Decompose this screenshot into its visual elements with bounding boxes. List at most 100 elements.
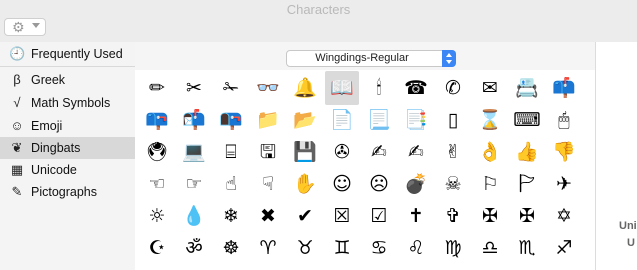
glyph-cell[interactable]: ☎ xyxy=(399,71,433,105)
glyph-cell[interactable]: 👍 xyxy=(510,135,544,169)
glyph-cell[interactable]: ⌸ xyxy=(214,135,248,169)
glyph-cell[interactable]: ☪ xyxy=(140,231,174,265)
glyph-area: Wingdings-Regular ✏ ✂ ✁ 👓 🔔 📖 🕯 ☎ ✆ ✉ 📇 📫 📪 📬 📭 📁 📂 📄 📃 📑 ▯ ⌛… xyxy=(135,42,595,270)
title-bar: Characters ⚙ xyxy=(0,0,637,40)
sidebar-item-label: Frequently Used xyxy=(31,47,123,61)
glyph-cell[interactable]: 💧 xyxy=(177,199,211,233)
glyph-cell[interactable]: ✂ xyxy=(177,71,211,105)
sidebar-item-emoji[interactable]: ☺ Emoji xyxy=(0,115,135,137)
glyph-cell[interactable]: 🖱 xyxy=(547,103,581,137)
glyph-cell[interactable]: ✇ xyxy=(325,135,359,169)
glyph-cell[interactable]: 📬 xyxy=(177,103,211,137)
glyph-cell[interactable]: 💻 xyxy=(177,135,211,169)
sidebar-item-unicode[interactable]: ▦ Unicode xyxy=(0,159,135,181)
gear-icon: ⚙ xyxy=(12,19,25,35)
glyph-cell[interactable]: ✠ xyxy=(510,199,544,233)
glyph-cell[interactable]: 📑 xyxy=(399,103,433,137)
clock-icon: 🕘 xyxy=(9,46,26,61)
glyph-cell[interactable]: ✋ xyxy=(288,167,322,201)
glyph-cell[interactable]: ☹ xyxy=(362,167,396,201)
glyph-cell[interactable]: ☟ xyxy=(251,167,285,201)
glyph-cell[interactable]: 📭 xyxy=(214,103,248,137)
glyph-cell[interactable]: ☞ xyxy=(177,167,211,201)
glyph-cell[interactable]: ♏ xyxy=(510,231,544,265)
action-menu-button[interactable]: ⚙ xyxy=(4,18,46,36)
glyph-cell[interactable]: ✁ xyxy=(214,71,248,105)
glyph-cell[interactable]: ⌛ xyxy=(473,103,507,137)
sidebar-item-dingbats[interactable]: ❦ Dingbats xyxy=(0,137,135,159)
glyph-cell[interactable]: ♊ xyxy=(325,231,359,265)
glyph-cell[interactable]: ✝ xyxy=(399,199,433,233)
glyph-cell[interactable]: 👌 xyxy=(473,135,507,169)
glyph-cell[interactable]: ✍ xyxy=(399,135,433,169)
sidebar-item-label: Emoji xyxy=(31,119,63,133)
glyph-cell[interactable]: ✈ xyxy=(547,167,581,201)
sidebar-item-label: Math Symbols xyxy=(31,96,111,110)
sidebar-item-pictographs[interactable]: ✎ Pictographs xyxy=(0,181,135,203)
glyph-cell[interactable]: ▯ xyxy=(436,103,470,137)
glyph-cell[interactable]: 📫 xyxy=(547,71,581,105)
glyph-cell[interactable]: ☒ xyxy=(325,199,359,233)
beta-icon: β xyxy=(13,72,21,87)
glyph-cell[interactable]: 📖 xyxy=(325,71,359,105)
glyph-cell[interactable]: ॐ xyxy=(177,231,211,265)
glyph-cell[interactable]: ✌ xyxy=(436,135,470,169)
glyph-cell[interactable]: 🖫 xyxy=(251,135,285,169)
glyph-cell[interactable]: 📪 xyxy=(140,103,174,137)
glyph-cell[interactable]: ❄ xyxy=(214,199,248,233)
sidebar-item-math-symbols[interactable]: √ Math Symbols xyxy=(0,92,135,114)
sidebar-divider xyxy=(0,66,135,67)
pencil-icon: ✎ xyxy=(11,184,23,199)
glyph-cell[interactable]: ☺ xyxy=(325,167,359,201)
glyph-cell[interactable]: ♋ xyxy=(362,231,396,265)
glyph-cell[interactable]: 💣 xyxy=(399,167,433,201)
glyph-cell[interactable]: ✆ xyxy=(436,71,470,105)
glyph-cell[interactable]: 📂 xyxy=(288,103,322,137)
glyph-cell[interactable]: ♍ xyxy=(436,231,470,265)
glyph-cell[interactable]: ✔ xyxy=(288,199,322,233)
sidebar: 🕘 Frequently Used β Greek √ Math Symbols… xyxy=(0,42,136,270)
glyph-cell[interactable]: ✖ xyxy=(251,199,285,233)
glyph-cell[interactable]: 🔔 xyxy=(288,71,322,105)
glyph-cell[interactable]: 🕯 xyxy=(362,71,396,105)
glyph-cell[interactable]: ✠ xyxy=(473,199,507,233)
glyph-cell[interactable]: 👓 xyxy=(251,71,285,105)
font-selector[interactable]: Wingdings-Regular xyxy=(286,50,456,67)
glyph-cell[interactable]: ♈ xyxy=(251,231,285,265)
sidebar-item-label: Pictographs xyxy=(31,185,98,199)
glyph-cell[interactable]: ☸ xyxy=(214,231,248,265)
font-selector-value: Wingdings-Regular xyxy=(315,52,409,64)
glyph-cell[interactable]: ✞ xyxy=(436,199,470,233)
sidebar-item-greek[interactable]: β Greek xyxy=(0,69,135,91)
glyph-cell[interactable]: 🖲 xyxy=(140,135,174,169)
glyph-cell[interactable]: ☝ xyxy=(214,167,248,201)
glyph-cell[interactable]: ♉ xyxy=(288,231,322,265)
glyph-cell[interactable]: ⌨ xyxy=(510,103,544,137)
glyph-cell[interactable]: ♐ xyxy=(547,231,581,265)
glyph-cell[interactable]: ✏ xyxy=(140,71,174,105)
glyph-cell[interactable]: ☼ xyxy=(140,199,174,233)
sidebar-item-label: Unicode xyxy=(31,163,77,177)
glyph-cell[interactable]: ♌ xyxy=(399,231,433,265)
glyph-cell[interactable]: 🏱 xyxy=(510,167,544,201)
glyph-cell[interactable]: ✡ xyxy=(547,199,581,233)
glyph-cell[interactable]: ♎ xyxy=(473,231,507,265)
glyph-cell[interactable]: ☜ xyxy=(140,167,174,201)
glyph-cell[interactable]: ⚐ xyxy=(473,167,507,201)
info-label: U xyxy=(627,237,635,249)
glyph-cell[interactable]: ✍ xyxy=(362,135,396,169)
sidebar-item-frequently-used[interactable]: 🕘 Frequently Used xyxy=(0,43,135,65)
glyph-cell[interactable]: 📄 xyxy=(325,103,359,137)
glyph-cell[interactable]: 📁 xyxy=(251,103,285,137)
info-panel: Uni U xyxy=(596,42,637,270)
glyph-cell[interactable]: 📃 xyxy=(362,103,396,137)
glyph-cell[interactable]: ☠ xyxy=(436,167,470,201)
grid-icon: ▦ xyxy=(10,162,24,177)
glyph-cell[interactable]: 💾 xyxy=(288,135,322,169)
glyph-cell[interactable]: ✉ xyxy=(473,71,507,105)
glyph-cell[interactable]: ☑ xyxy=(362,199,396,233)
smiley-icon: ☺ xyxy=(10,118,24,133)
glyph-cell[interactable]: 👎 xyxy=(547,135,581,169)
glyph-cell[interactable]: 📇 xyxy=(510,71,544,105)
sidebar-item-label: Greek xyxy=(31,73,66,87)
